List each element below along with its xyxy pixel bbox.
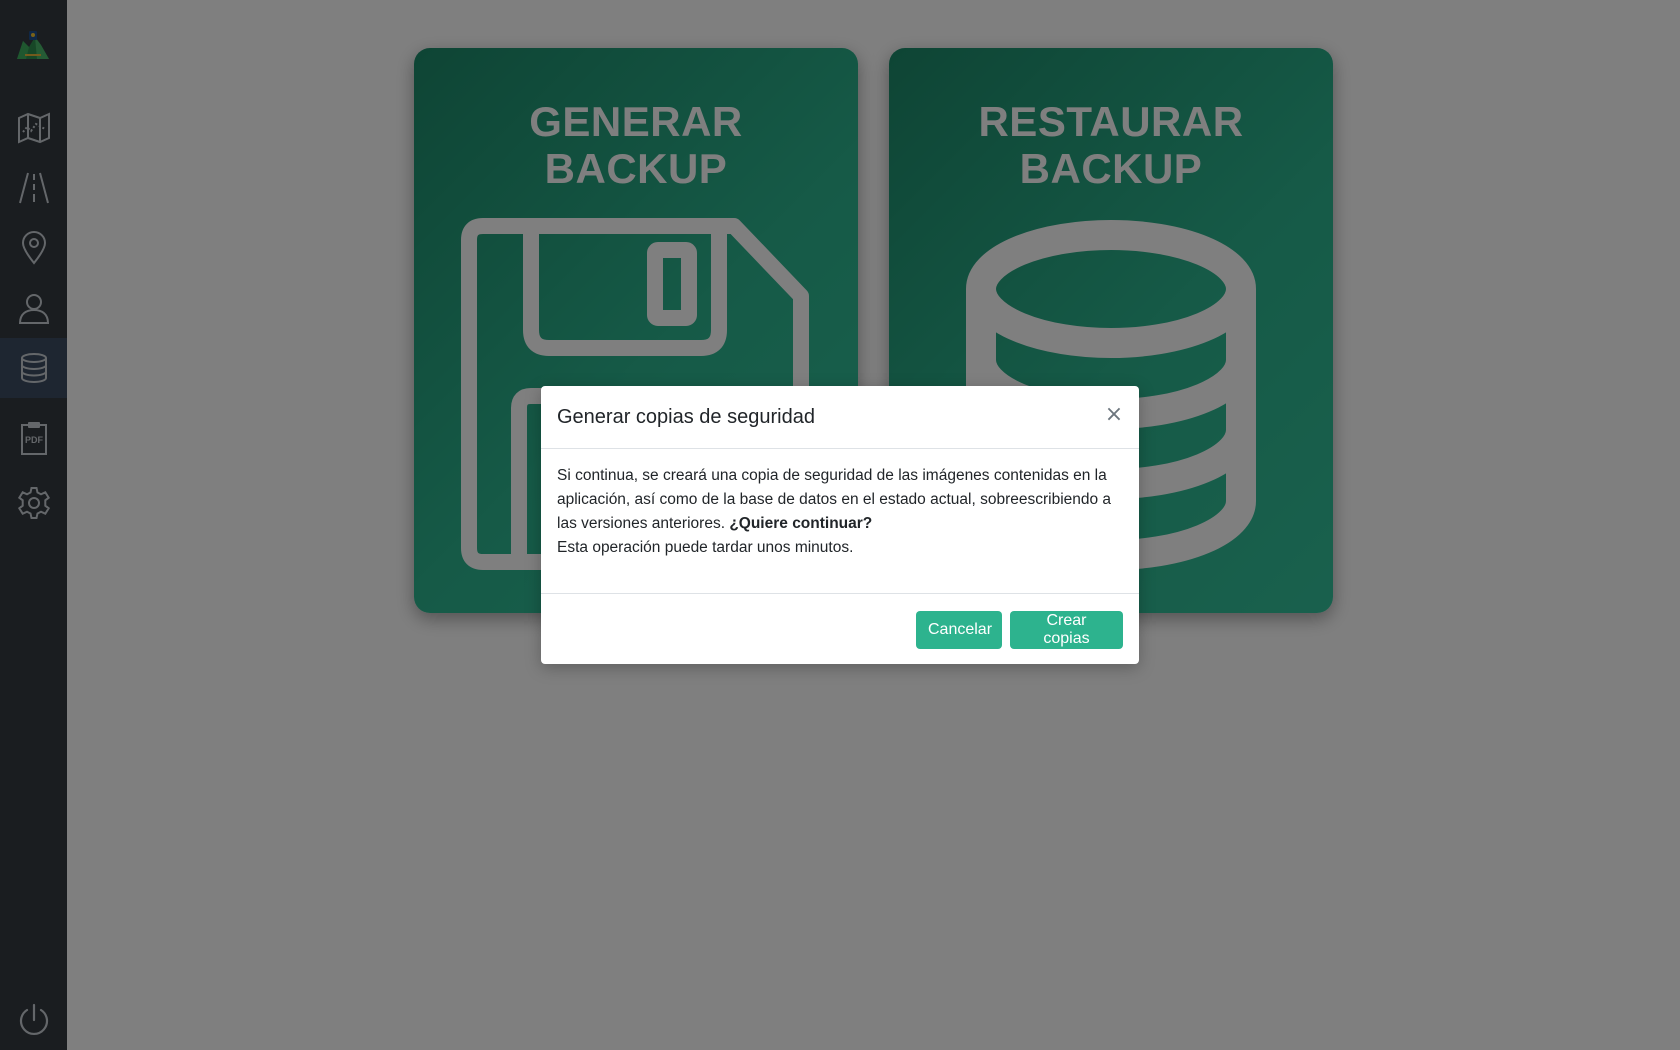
modal-body-note: Esta operación puede tardar unos minutos… xyxy=(557,539,854,556)
modal-footer: Cancelar Crear copias xyxy=(541,593,1139,664)
modal-body-question: ¿Quiere continuar? xyxy=(729,515,873,532)
modal-header: Generar copias de seguridad × xyxy=(541,386,1139,449)
modal-title: Generar copias de seguridad xyxy=(557,406,815,428)
create-copies-button[interactable]: Crear copias xyxy=(1010,611,1123,649)
generate-backup-dialog: Generar copias de seguridad × Si continu… xyxy=(541,386,1139,664)
app-root: PDF GENERAR BACKUP xyxy=(0,0,1680,1050)
close-icon[interactable]: × xyxy=(1103,402,1125,428)
cancel-button[interactable]: Cancelar xyxy=(916,611,1002,649)
modal-body: Si continua, se creará una copia de segu… xyxy=(557,464,1123,560)
